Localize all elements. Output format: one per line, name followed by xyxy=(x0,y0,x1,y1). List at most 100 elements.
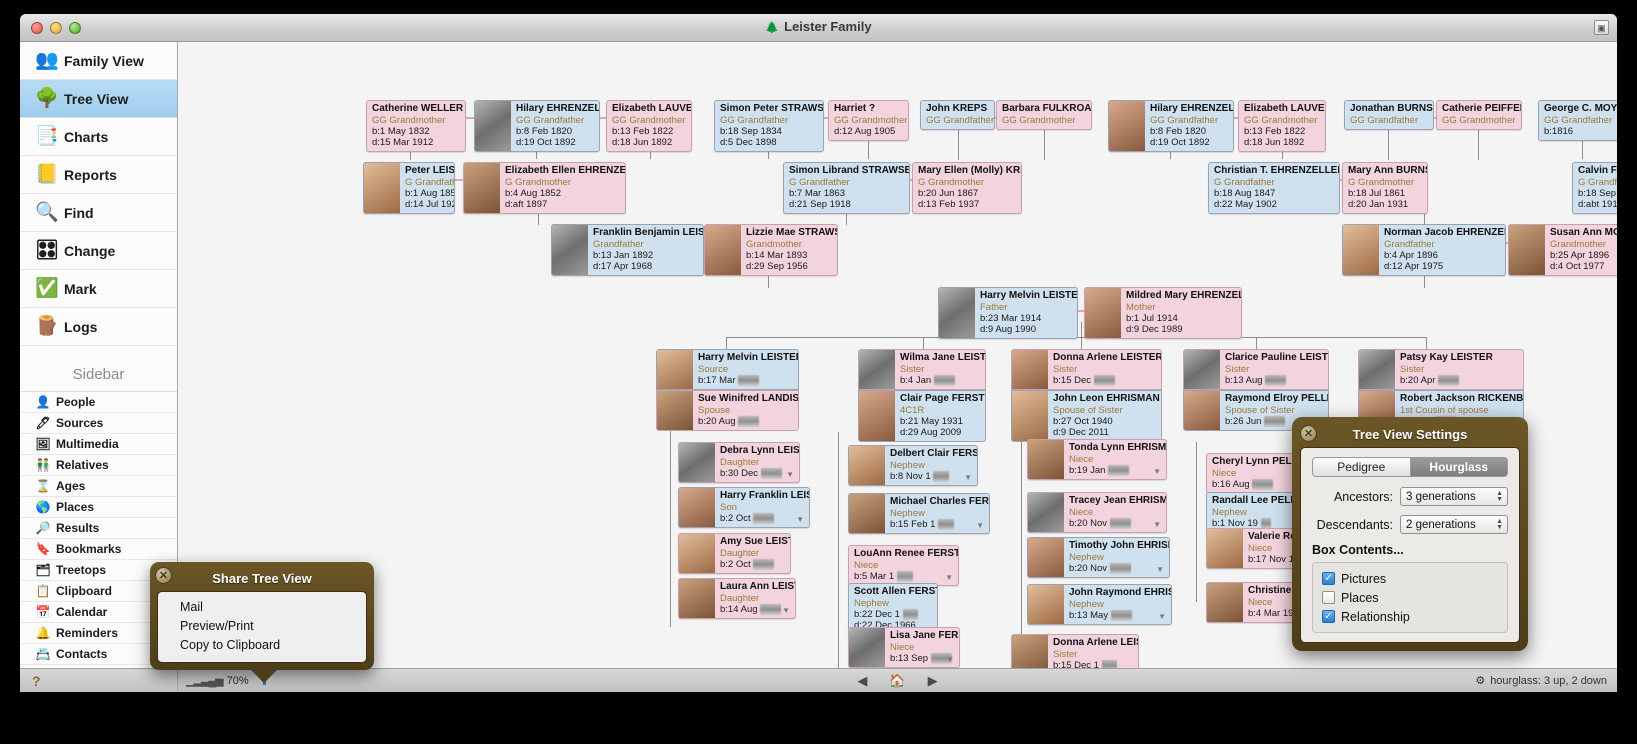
share-menu-item-copy-to-clipboard[interactable]: Copy to Clipboard xyxy=(158,636,366,655)
chevron-down-icon[interactable]: ▼ xyxy=(786,470,794,479)
chevron-down-icon[interactable]: ▼ xyxy=(976,521,984,530)
person-box[interactable]: Donna Arlene LEISTERSisterb:15 Dec 1941 xyxy=(1011,349,1162,390)
person-box[interactable]: Elizabeth LAUVER▲GG Grandmotherb:13 Feb … xyxy=(606,100,692,152)
person-box[interactable]: Tracey Jean EHRISMANNieceb:20 Nov 1960▼ xyxy=(1027,492,1167,533)
sidebar-item-results[interactable]: 🔎 Results xyxy=(20,518,177,539)
person-box[interactable]: Lizzie Mae STRAWSERGrandmotherb:14 Mar 1… xyxy=(704,224,838,276)
person-box[interactable]: Tonda Lynn EHRISMANNieceb:19 Jan 1959▼ xyxy=(1027,439,1167,480)
checkbox-relationship[interactable]: ✓ xyxy=(1322,610,1335,623)
couple-box[interactable]: Wilma Jane LEISTERSisterb:4 Jan 1927Clai… xyxy=(858,349,986,442)
checkbox-places[interactable] xyxy=(1322,591,1335,604)
person-box[interactable]: Donna Arlene LEISTERSisterb:15 Dec 1 941 xyxy=(1011,634,1139,668)
ancestors-select[interactable]: 3 generations ▲ ▼ xyxy=(1400,487,1508,506)
person-box[interactable]: Franklin Benjamin LEISTERGrandfatherb:13… xyxy=(551,224,704,276)
descendants-select[interactable]: 2 generations ▲ ▼ xyxy=(1400,515,1508,534)
person-box[interactable]: LouAnn Renee FERSTERNieceb:5 Mar 1 960▼ xyxy=(848,545,959,586)
person-box[interactable]: Harry Melvin LEISTER Sr.Fatherb:23 Mar 1… xyxy=(938,287,1078,339)
person-box[interactable]: Lisa Jane FERSTERNieceb:13 Sep 1968▼ xyxy=(848,627,960,668)
sidebar-item-multimedia[interactable]: 🖼 Multimedia xyxy=(20,434,177,455)
person-box[interactable]: Harry Melvin LEISTER Jr.Sourceb:17 Mar 1… xyxy=(656,349,799,390)
person-box[interactable]: Catherie PEIFFER GG Grandmother xyxy=(1436,100,1522,130)
person-box[interactable]: Barbara FULKROAD GG Grandmother xyxy=(996,100,1092,130)
couple-box[interactable]: Harry Melvin LEISTER Jr.Sourceb:17 Mar 1… xyxy=(656,349,799,431)
chevron-down-icon[interactable]: ▼ xyxy=(1153,467,1161,476)
sidebar-item-mark[interactable]: ✅ Mark xyxy=(20,270,177,308)
sidebar-item-logs[interactable]: 🪵 Logs xyxy=(20,308,177,346)
home-button[interactable]: 🏠 xyxy=(889,673,905,689)
forward-button[interactable]: ▶ xyxy=(928,673,938,689)
sidebar-item-charts[interactable]: 📑 Charts xyxy=(20,118,177,156)
person-box[interactable]: Susan Ann MOYERGrandmotherb:25 Apr 1896d… xyxy=(1508,224,1617,276)
person-box[interactable]: Amy Sue LEISTERDaughterb:2 Oct 1971 xyxy=(678,533,791,574)
sidebar-item-change[interactable]: 🎛 Change xyxy=(20,232,177,270)
close-icon[interactable]: ✕ xyxy=(155,567,172,584)
tab-hourglass[interactable]: Hourglass xyxy=(1410,457,1508,477)
person-box[interactable]: Christian T. EHRENZELLER G Grandfather b:1… xyxy=(1208,162,1340,214)
person-box[interactable]: Delbert Clair FERSTERNephewb:8 Nov 1 955… xyxy=(848,445,978,486)
person-box[interactable]: Wilma Jane LEISTERSisterb:4 Jan 1927 xyxy=(858,349,986,390)
person-box[interactable]: Sue Winifred LANDISSpouseb:20 Aug 1949 xyxy=(656,390,799,431)
checkbox-pictures[interactable]: ✓ xyxy=(1322,572,1335,585)
chevron-down-icon[interactable]: ▼ xyxy=(782,606,790,615)
share-menu-item-mail[interactable]: Mail xyxy=(158,598,366,617)
person-box[interactable]: Laura Ann LEISTERDaughterb:14 Aug 1974▼ xyxy=(678,578,796,619)
chevron-down-icon[interactable]: ▼ xyxy=(1158,612,1166,621)
sidebar-item-tree-view[interactable]: 🌳 Tree View xyxy=(20,80,177,118)
sidebar-item-bookmarks[interactable]: 🔖 Bookmarks xyxy=(20,539,177,560)
person-box[interactable]: Mildred Mary EHRENZELLERMotherb:1 Jul 19… xyxy=(1084,287,1242,339)
person-box[interactable]: Clair Page FERSTER4C1Rb:21 May 1931d:29 … xyxy=(858,390,986,442)
chevron-down-icon[interactable]: ▼ xyxy=(1153,520,1161,529)
person-box[interactable]: Randall Lee PELLMANNephewb:1 Nov 19 61▼ xyxy=(1206,492,1306,533)
person-box[interactable]: Simon Librand STRAWSER G Grandfather b:7 M… xyxy=(783,162,910,214)
tab-pedigree[interactable]: Pedigree xyxy=(1312,457,1411,477)
close-icon[interactable]: ✕ xyxy=(1300,425,1317,442)
person-box[interactable]: Timothy John EHRISMANNephewb:20 Nov 1960… xyxy=(1027,537,1170,578)
person-box[interactable]: Norman Jacob EHRENZELLERGrandfatherb:4 A… xyxy=(1342,224,1506,276)
sidebar-item-ages[interactable]: ⌛ Ages xyxy=(20,476,177,497)
checkbox-row-places[interactable]: Places xyxy=(1322,588,1498,607)
person-box[interactable]: John Raymond EHRISMANNephewb:13 May 1964… xyxy=(1027,584,1172,625)
person-box[interactable]: Elizabeth LAUVER▲GG Grandmotherb:13 Feb … xyxy=(1238,100,1326,152)
checkbox-row-relationship[interactable]: ✓ Relationship xyxy=(1322,607,1498,626)
chevron-down-icon[interactable]: ▼ xyxy=(964,473,972,482)
person-box[interactable]: Patsy Kay LEISTERSisterb:20 Apr 1937 xyxy=(1358,349,1524,390)
sidebar-item-relatives[interactable]: 👬 Relatives xyxy=(20,455,177,476)
zoom-level[interactable]: 70% xyxy=(227,675,249,687)
help-icon[interactable]: ? xyxy=(32,673,41,689)
person-relationship: Daughter xyxy=(720,593,760,604)
person-box[interactable]: Mary Ann BURNS G Grandmother b:18 Jul 1861… xyxy=(1342,162,1428,214)
sidebar-item-reports[interactable]: 📒 Reports xyxy=(20,156,177,194)
sidebar-item-places[interactable]: 🌎 Places xyxy=(20,497,177,518)
chevron-down-icon[interactable]: ▼ xyxy=(796,515,804,524)
person-box[interactable]: Hilary EHRENZELLERGG Grandfatherb:8 Feb … xyxy=(1108,100,1234,152)
person-box[interactable]: Calvin Fisher MOYERG Grandfatherb:18 Sep… xyxy=(1572,162,1617,214)
person-box[interactable]: Clarice Pauline LEISTERSisterb:13 Aug 19… xyxy=(1183,349,1329,390)
sidebar-toggle-button[interactable]: ▣ xyxy=(1594,20,1609,35)
person-box[interactable]: Peter LEISTERG Grandfatherb:1 Aug 1852d:… xyxy=(363,162,455,214)
person-box[interactable]: Cheryl Lynn PELLMANNieceb:16 Aug 1960▼ xyxy=(1206,453,1306,494)
sidebar-item-find[interactable]: 🔍 Find xyxy=(20,194,177,232)
person-box[interactable]: John Leon EHRISMAN Spouse of Sister b:27 O… xyxy=(1011,390,1162,442)
chevron-down-icon[interactable]: ▼ xyxy=(946,655,954,664)
sidebar-item-sources[interactable]: 🖊 Sources xyxy=(20,413,177,434)
person-box[interactable]: Jonathan BURNS▲GG Grandfather xyxy=(1344,100,1434,130)
person-box[interactable]: Elizabeth Ellen EHRENZELLERG Grandmother… xyxy=(463,162,626,214)
person-box[interactable]: George C. MOYER▲GG Grandfatherb:1816 xyxy=(1538,100,1617,141)
checkbox-row-pictures[interactable]: ✓ Pictures xyxy=(1322,569,1498,588)
person-box[interactable]: Harriet ? GG Grandmother d:12 Aug 1905 xyxy=(828,100,909,141)
chevron-down-icon[interactable]: ▼ xyxy=(945,573,953,582)
person-box[interactable]: Mary Ellen (Molly) KREPSG Grandmotherb:2… xyxy=(912,162,1022,214)
person-box[interactable]: John KREPS GG Grandfather xyxy=(920,100,995,130)
couple-box[interactable]: Donna Arlene LEISTERSisterb:15 Dec 1941J… xyxy=(1011,349,1162,442)
person-box[interactable]: Michael Charles FERSTERNephewb:15 Feb 1 … xyxy=(848,493,990,534)
sidebar-item-family-view[interactable]: 👥 Family View xyxy=(20,42,177,80)
person-box[interactable]: Catherine WELLER GG Grandmother b:1 May 18… xyxy=(366,100,466,152)
chevron-down-icon[interactable]: ▼ xyxy=(1156,565,1164,574)
back-button[interactable]: ◀ xyxy=(857,673,867,689)
share-menu-item-preview-print[interactable]: Preview/Print xyxy=(158,617,366,636)
person-box[interactable]: Debra Lynn LEISTERDaughterb:30 Dec 1966▼ xyxy=(678,442,800,483)
person-box[interactable]: Harry Franklin LEISTERSonb:2 Oct 1968▼ xyxy=(678,487,810,528)
person-box[interactable]: Simon Peter STRAWSERGG Grandfatherb:18 S… xyxy=(714,100,824,152)
sidebar-item-people[interactable]: 👤 People xyxy=(20,392,177,413)
person-box[interactable]: Hilary EHRENZELLERGG Grandfatherb:8 Feb … xyxy=(474,100,600,152)
